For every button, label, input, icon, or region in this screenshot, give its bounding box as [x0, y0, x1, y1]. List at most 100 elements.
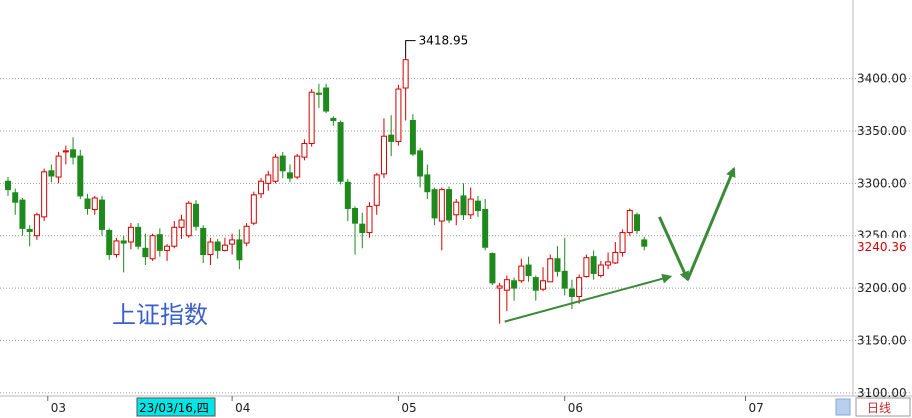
candle: [156, 228, 163, 257]
candle-body: [250, 194, 257, 224]
candle: [120, 235, 127, 273]
candle: [547, 254, 554, 283]
candle: [482, 199, 489, 251]
candle-body: [634, 214, 641, 231]
candle: [12, 188, 19, 215]
candle-body: [229, 239, 236, 245]
candle-body: [106, 229, 113, 256]
candle-body: [26, 228, 33, 233]
y-tick-label: 3150.00: [857, 333, 907, 347]
candle: [619, 229, 626, 257]
candle-body: [460, 195, 467, 216]
candle: [366, 202, 373, 238]
candle-body: [424, 174, 431, 193]
candle-body: [98, 199, 105, 230]
candle: [149, 233, 156, 261]
candle: [323, 83, 330, 114]
candle-body: [70, 149, 77, 158]
candle: [55, 151, 62, 184]
candle-body: [619, 232, 626, 253]
candle: [612, 242, 619, 264]
candle: [70, 137, 77, 165]
candle-body: [12, 192, 19, 203]
y-axis-ticks: 3100.003150.003200.003250.003300.003350.…: [857, 72, 907, 400]
candle-body: [453, 201, 460, 216]
candle: [330, 116, 337, 126]
last-price-marker: 3240.36: [854, 237, 912, 254]
candle-body: [286, 172, 293, 179]
candle: [576, 274, 583, 304]
candle-body: [641, 239, 648, 247]
candle: [272, 154, 279, 184]
candle: [229, 233, 236, 255]
candle: [518, 258, 525, 283]
candle-body: [120, 240, 127, 244]
highlighted-date-tag: 23/03/16,四: [136, 397, 216, 417]
candle: [438, 187, 445, 251]
candle-body: [352, 207, 359, 224]
candle-body: [576, 277, 583, 297]
candle-body: [626, 210, 633, 234]
candle-body: [395, 88, 402, 142]
candle-body: [149, 235, 156, 260]
support-trend-arrow: [504, 273, 673, 323]
candle: [446, 186, 453, 224]
candle: [496, 282, 503, 324]
candle: [41, 168, 48, 222]
candle-body: [127, 226, 134, 243]
candle-body: [62, 150, 69, 153]
candle: [380, 118, 387, 179]
candle-body: [41, 171, 48, 218]
period-tab[interactable]: 日线: [855, 397, 911, 417]
high-leader-line: [405, 40, 416, 59]
scroll-marker[interactable]: [835, 398, 851, 416]
candle-body: [532, 277, 539, 291]
candle: [113, 237, 120, 258]
period-tab-label[interactable]: 日线: [867, 401, 891, 415]
y-tick-label: 3400.00: [857, 72, 907, 86]
candle-body: [207, 241, 214, 256]
x-tick-label: 06: [568, 401, 583, 415]
candle-body: [243, 225, 250, 244]
candle: [5, 177, 11, 196]
candle-body: [55, 155, 62, 178]
candle-body: [496, 285, 503, 289]
candle: [258, 178, 265, 198]
candle-body: [33, 214, 40, 237]
candle: [344, 179, 351, 222]
projection-down-arrow: [658, 216, 689, 282]
high-price-label: 3418.95: [419, 34, 469, 48]
candle-body: [503, 279, 510, 291]
candle-body: [192, 203, 199, 227]
candle-body: [272, 156, 279, 182]
candle-body: [605, 261, 612, 266]
candle-body: [5, 180, 11, 191]
candle-body: [366, 205, 373, 234]
candle: [597, 260, 604, 278]
candle: [352, 206, 359, 255]
candle: [467, 187, 474, 219]
candle: [605, 252, 612, 270]
candlestick-chart: 3100.003150.003200.003250.003300.003350.…: [0, 0, 912, 417]
x-tick-label: 07: [748, 401, 763, 415]
candle-body: [359, 223, 366, 234]
candle: [279, 151, 286, 179]
candle-body: [568, 288, 575, 297]
candle: [142, 233, 149, 266]
candle-body: [431, 189, 438, 219]
candle-body: [19, 199, 26, 229]
candle: [164, 244, 171, 261]
candle: [214, 238, 221, 259]
candle: [417, 147, 424, 188]
candle: [77, 149, 84, 200]
candle-body: [525, 264, 532, 277]
candle-body: [417, 150, 424, 177]
candle-body: [48, 170, 55, 177]
candle: [525, 256, 532, 282]
candle-body: [265, 174, 272, 184]
candle: [243, 223, 250, 247]
candle-body: [373, 174, 380, 206]
candle: [641, 236, 648, 251]
candle-body: [301, 143, 308, 158]
candle: [185, 201, 192, 238]
